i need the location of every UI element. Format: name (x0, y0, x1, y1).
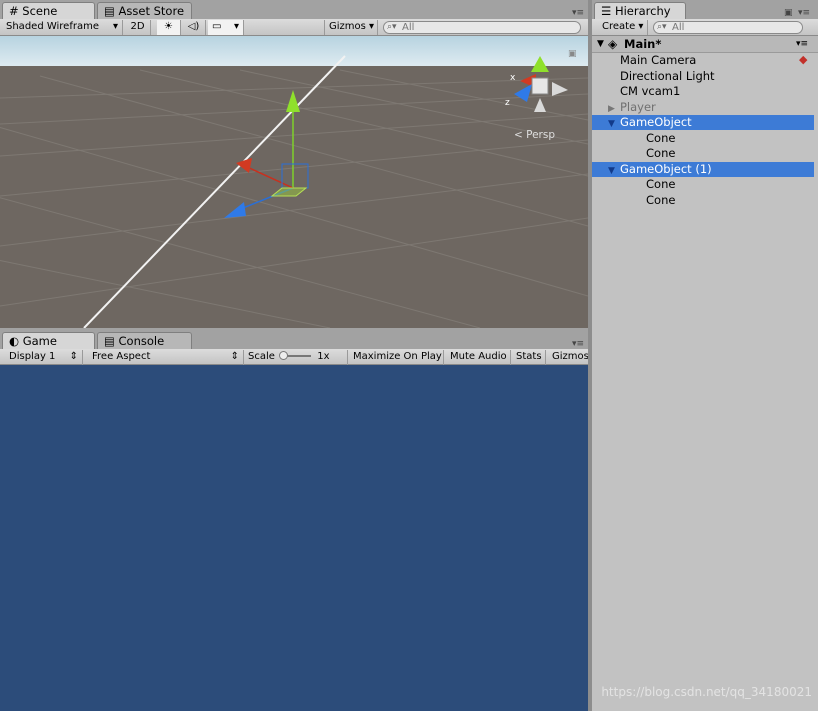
hierarchy-item[interactable]: Main Camera (592, 53, 814, 68)
maximize-on-play-button[interactable]: Maximize On Play (349, 350, 444, 365)
panel-menu-icon[interactable]: ▾≡ (572, 8, 584, 18)
updown-icon: ⇕ (69, 351, 78, 362)
panel-menu-icon[interactable]: ▾≡ (798, 8, 810, 18)
lighting-toggle-button[interactable]: ☀ (157, 20, 181, 35)
hierarchy-scene-header[interactable]: ▼ ◈ Main* ▾≡ (592, 36, 818, 53)
panel-menu-icon[interactable]: ▾≡ (572, 339, 584, 349)
chevron-down-icon: ▾ (233, 21, 239, 32)
hierarchy-item-label: CM vcam1 (620, 84, 681, 98)
hierarchy-tabbar: ☰ Hierarchy ▣ ▾≡ (592, 0, 818, 20)
hierarchy-item-label: Cone (646, 177, 676, 191)
hierarchy-item-label: Cone (646, 130, 676, 145)
scale-label: Scale (248, 351, 275, 362)
scene-toolbar: Shaded Wireframe ▾ 2D ☀ ◁) ▭ ▾ Gizmos ▾ … (0, 19, 588, 36)
hierarchy-item[interactable]: Cone (592, 146, 814, 161)
camera-gizmo-icon: ◆ (799, 53, 808, 66)
console-icon: ▤ (104, 334, 115, 348)
2d-toggle-button[interactable]: 2D (125, 20, 151, 35)
aspect-dropdown[interactable]: Free Aspect ⇕ (88, 350, 244, 365)
search-icon: ⌕▾ (657, 22, 667, 32)
scene-search-placeholder: All (402, 22, 415, 33)
tab-console[interactable]: ▤ Console (97, 332, 192, 349)
tab-game[interactable]: ◐ Game (2, 332, 95, 350)
bag-icon: ▤ (104, 4, 115, 18)
expanded-arrow-icon[interactable]: ▼ (597, 36, 604, 52)
list-icon: ☰ (601, 4, 612, 18)
create-dropdown[interactable]: Create ▾ (598, 20, 648, 35)
chevron-down-icon: ▾ (112, 21, 118, 32)
hierarchy-item-label: Directional Light (620, 68, 715, 83)
slider-track[interactable] (279, 351, 312, 360)
slider-thumb[interactable] (279, 351, 289, 360)
shading-mode-dropdown[interactable]: Shaded Wireframe ▾ (2, 20, 123, 35)
hierarchy-item[interactable]: CM vcam1 (592, 84, 814, 99)
audio-toggle-button[interactable]: ◁) (182, 20, 206, 35)
mute-audio-button[interactable]: Mute Audio (446, 350, 511, 365)
hierarchy-item[interactable]: Cone (592, 131, 814, 146)
tab-hierarchy-label: Hierarchy (614, 4, 671, 18)
game-tabbar: ◐ Game ▤ Console ▾≡ (0, 328, 588, 350)
hierarchy-item-label: Main Camera (620, 53, 697, 67)
hierarchy-item-label: Cone (646, 192, 676, 207)
hierarchy-item[interactable]: ▼ GameObject (592, 115, 814, 130)
tab-asset-store-label: Asset Store (118, 4, 185, 18)
hierarchy-search-input[interactable]: ⌕▾ All (653, 21, 803, 34)
pacman-icon: ◐ (9, 334, 20, 348)
scale-value: 1x (317, 351, 330, 362)
axis-z-label: z (505, 98, 510, 108)
scene-tabbar: # Scene ▤ Asset Store ▾≡ (0, 0, 588, 20)
speaker-icon: ◁) (187, 21, 200, 32)
gizmos-dropdown[interactable]: Gizmos ▾ (324, 20, 378, 35)
hierarchy-search-placeholder: All (672, 22, 685, 33)
updown-icon: ⇕ (230, 351, 239, 362)
scene-name: Main* (624, 37, 662, 51)
scene-menu-icon[interactable]: ▾≡ (796, 36, 808, 52)
lock-icon: ▣ (568, 49, 577, 59)
shading-mode-label: Shaded Wireframe (6, 21, 99, 32)
unity-scene-icon: ◈ (608, 37, 618, 51)
tab-hierarchy[interactable]: ☰ Hierarchy (594, 2, 686, 20)
effects-toggle-button[interactable]: ▭ ▾ (208, 20, 244, 35)
hierarchy-item[interactable]: ▼ GameObject (1) (592, 161, 814, 177)
hierarchy-item[interactable]: Directional Light (592, 69, 814, 84)
gizmos-label: Gizmos (329, 21, 366, 32)
hierarchy-item-label: Player (620, 99, 656, 114)
hierarchy-item[interactable]: Cone (592, 193, 814, 208)
game-toolbar: Display 1 ⇕ Free Aspect ⇕ Scale 1x Maxim… (0, 349, 588, 365)
chevron-down-icon: ▾ (638, 21, 644, 32)
image-icon: ▭ (212, 21, 222, 32)
hierarchy-item[interactable]: Cone (592, 177, 814, 192)
sun-icon: ☀ (164, 21, 173, 32)
gizmos-button[interactable]: Gizmos (548, 350, 588, 365)
hierarchy-item-label: GameObject (620, 115, 692, 129)
aspect-label: Free Aspect (92, 351, 151, 362)
hierarchy-item-label: Cone (646, 146, 676, 160)
hierarchy-list: Main Camera Directional Light CM vcam1 ▶ Pla… (592, 53, 818, 711)
tab-console-label: Console (118, 334, 165, 348)
hierarchy-toolbar: Create ▾ ⌕▾ All (592, 19, 818, 36)
display-label: Display 1 (9, 351, 56, 362)
persp-label: < Persp (514, 129, 555, 141)
search-icon: ⌕▾ (387, 22, 397, 32)
hierarchy-item[interactable]: ▶ Player (592, 100, 814, 115)
display-dropdown[interactable]: Display 1 ⇕ (5, 350, 83, 365)
axis-x-label: x (510, 73, 516, 83)
chevron-down-icon: ▾ (369, 21, 375, 32)
create-label: Create (602, 21, 636, 32)
tab-scene-label: Scene (22, 4, 58, 18)
lock-icon[interactable]: ▣ (784, 8, 793, 18)
hierarchy-item-label: GameObject (1) (620, 161, 712, 176)
game-viewport[interactable] (0, 365, 588, 711)
scale-slider[interactable]: Scale 1x (244, 350, 348, 365)
tab-asset-store[interactable]: ▤ Asset Store (97, 2, 192, 19)
tab-scene[interactable]: # Scene (2, 2, 95, 20)
scene-view-graphic: x z < Persp ▣ (0, 36, 588, 328)
stats-button[interactable]: Stats (512, 350, 546, 365)
scene-search-input[interactable]: ⌕▾ All (383, 21, 581, 34)
scene-viewport[interactable]: x z < Persp ▣ (0, 36, 588, 328)
grid-icon: # (9, 4, 19, 18)
tab-game-label: Game (22, 334, 57, 348)
watermark: https://blog.csdn.net/qq_34180021 (601, 685, 812, 699)
